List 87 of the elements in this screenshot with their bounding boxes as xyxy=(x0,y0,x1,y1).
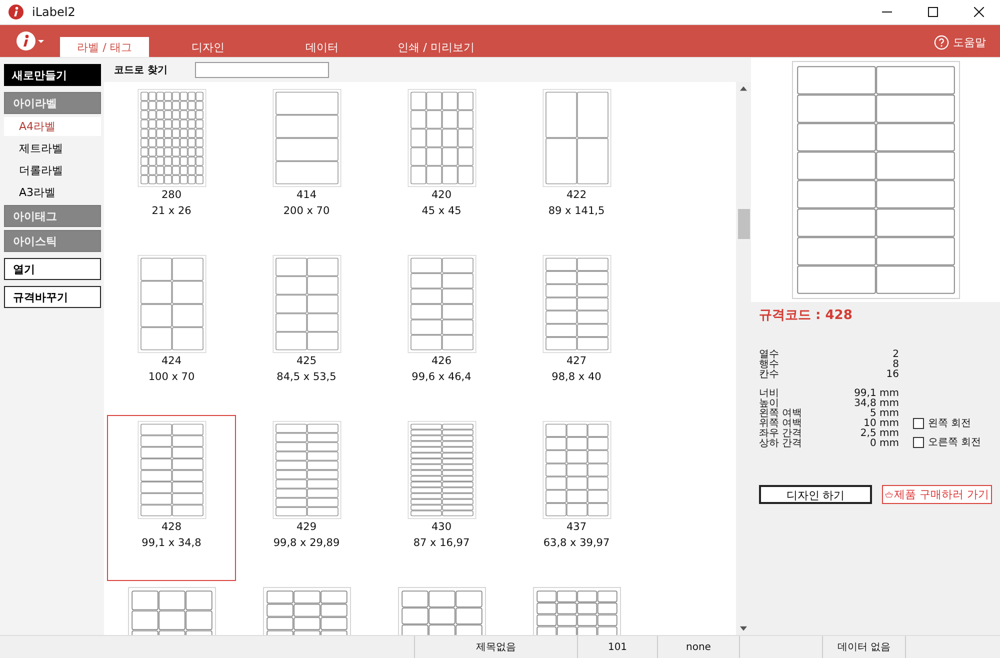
scroll-thumb[interactable] xyxy=(738,209,750,239)
design-button[interactable]: 디자인 하기 xyxy=(759,485,872,504)
label-template[interactable]: 437 63,8 x 39,97 xyxy=(512,420,641,549)
template-size: 87 x 16,97 xyxy=(413,537,470,549)
template-size: 89 x 141,5 xyxy=(548,205,605,217)
new-button[interactable]: 새로만들기 xyxy=(4,64,101,86)
buy-button[interactable]: 제품 구매하러 가기 xyxy=(882,485,992,504)
property-name: 왼쪽 여백 xyxy=(759,409,802,419)
spec-code: 규격코드 : 428 xyxy=(759,307,854,324)
tab[interactable]: 디자인 xyxy=(153,37,263,57)
maximize-icon[interactable] xyxy=(928,7,938,17)
label-template[interactable]: 425 84,5 x 53,5 xyxy=(242,254,371,383)
property-name: 상하 간격 xyxy=(759,439,802,449)
property-value: 5 mm xyxy=(870,409,899,419)
help-icon xyxy=(934,35,949,50)
template-code: 427 xyxy=(566,355,587,367)
status-text: none xyxy=(686,642,711,652)
template-size: 45 x 45 xyxy=(422,205,462,217)
template-size: 99,1 x 34,8 xyxy=(142,537,202,549)
label-template[interactable]: 426 99,6 x 46,4 xyxy=(377,254,506,383)
sidebar-item[interactable]: 제트라벨 xyxy=(4,139,101,158)
checkbox[interactable] xyxy=(913,436,924,448)
checkbox[interactable] xyxy=(913,418,924,428)
property-name: 칸수 xyxy=(759,370,779,380)
template-size: 100 x 70 xyxy=(148,371,195,383)
scroll-up-icon[interactable] xyxy=(740,86,747,91)
property-value: 16 xyxy=(886,370,899,380)
sidebar-button[interactable]: 규격바꾸기 xyxy=(4,286,101,308)
search-label: 코드로 찾기 xyxy=(114,64,168,77)
template-size: 99,6 x 46,4 xyxy=(412,371,472,383)
template-code: 280 xyxy=(161,189,182,201)
app-menu-icon[interactable] xyxy=(16,31,46,51)
label-template[interactable]: 427 98,8 x 40 xyxy=(512,254,641,383)
template-size: 99,8 x 29,89 xyxy=(273,537,340,549)
template-code: 414 xyxy=(296,189,317,201)
property-value: 8 xyxy=(892,360,899,370)
tab[interactable]: 데이터 xyxy=(267,37,377,57)
property-value: 10 mm xyxy=(864,419,899,429)
scroll-down-icon[interactable] xyxy=(740,626,747,631)
label-template[interactable]: 280 21 x 26 xyxy=(107,88,236,217)
template-size: 84,5 x 53,5 xyxy=(276,371,336,383)
template-code: 437 xyxy=(566,521,587,533)
status-text: 101 xyxy=(608,642,628,652)
property-value: 34,8 mm xyxy=(854,399,899,409)
property-value: 99,1 mm xyxy=(854,389,899,399)
template-size: 98,8 x 40 xyxy=(552,371,602,383)
status-text: 제목없음 xyxy=(476,641,516,654)
close-icon[interactable] xyxy=(974,7,984,17)
template-code: 426 xyxy=(431,355,452,367)
property-name: 행수 xyxy=(759,360,779,370)
template-code: 424 xyxy=(161,355,182,367)
app-logo-icon xyxy=(8,4,24,20)
template-code: 420 xyxy=(431,189,452,201)
property-name: 너비 xyxy=(759,389,779,399)
property-value: 2,5 mm xyxy=(860,429,899,439)
template-code: 429 xyxy=(296,521,317,533)
label-template[interactable]: 429 99,8 x 29,89 xyxy=(242,420,371,549)
template-code: 430 xyxy=(431,521,452,533)
label-template[interactable]: 420 45 x 45 xyxy=(377,88,506,217)
status-text: 데이터 없음 xyxy=(837,641,891,654)
template-size: 63,8 x 39,97 xyxy=(543,537,610,549)
property-value: 2 xyxy=(892,350,899,360)
template-code: 428 xyxy=(161,521,182,533)
property-value: 0 mm xyxy=(870,439,899,449)
property-name: 좌우 간격 xyxy=(759,429,802,439)
tab[interactable]: 인쇄 / 미리보기 xyxy=(381,37,491,57)
template-code: 425 xyxy=(296,355,317,367)
template-size: 200 x 70 xyxy=(283,205,330,217)
sidebar-button[interactable]: 열기 xyxy=(4,258,101,280)
property-name: 높이 xyxy=(759,399,779,409)
label-template[interactable]: 424 100 x 70 xyxy=(107,254,236,383)
window-title: iLabel2 xyxy=(32,5,76,19)
label-template[interactable]: 422 89 x 141,5 xyxy=(512,88,641,217)
template-size: 21 x 26 xyxy=(152,205,192,217)
tab[interactable]: 라벨 / 태그 xyxy=(60,37,149,57)
help-button[interactable]: 도움말 xyxy=(934,35,986,50)
sidebar-item[interactable]: 더롤라벨 xyxy=(4,161,101,180)
property-name: 열수 xyxy=(759,350,779,360)
checkbox-label: 왼쪽 회전 xyxy=(928,417,972,430)
sidebar-item[interactable]: A4라벨 xyxy=(4,117,101,136)
label-template[interactable]: 430 87 x 16,97 xyxy=(377,420,506,549)
checkbox-label: 오른쪽 회전 xyxy=(928,436,982,449)
label-template[interactable]: 414 200 x 70 xyxy=(242,88,371,217)
sidebar-item[interactable]: A3라벨 xyxy=(4,183,101,202)
template-code: 422 xyxy=(566,189,587,201)
search-field[interactable] xyxy=(195,62,329,78)
property-name: 위쪽 여백 xyxy=(759,419,802,429)
